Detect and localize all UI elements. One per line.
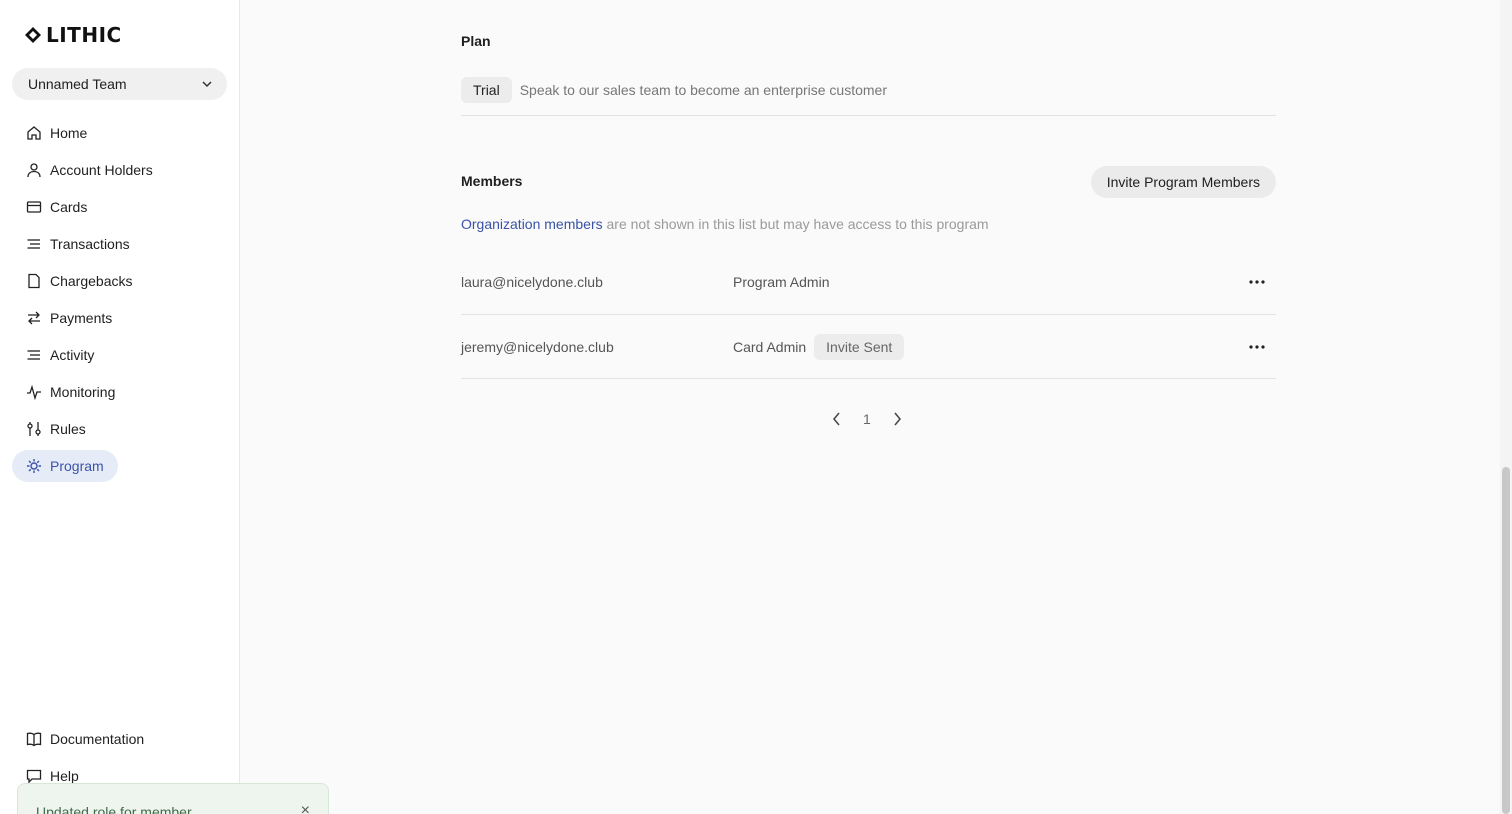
- sidebar-item-monitoring[interactable]: Monitoring: [12, 376, 129, 408]
- member-divider: [461, 378, 1276, 379]
- member-role-label: Card Admin: [733, 339, 807, 355]
- sidebar: LITHIC Unnamed Team Home Account Holders…: [0, 0, 240, 814]
- sidebar-item-label: Payments: [50, 310, 113, 326]
- org-members-note-text: are not shown in this list but may have …: [602, 216, 989, 232]
- member-row: jeremy@nicelydone.club Card Admin Invite…: [461, 315, 1276, 379]
- sidebar-item-label: Program: [50, 458, 104, 474]
- sidebar-item-rules[interactable]: Rules: [12, 413, 100, 445]
- sliders-icon: [27, 422, 41, 436]
- chevron-left-icon: [833, 412, 840, 426]
- book-icon: [26, 732, 42, 747]
- sidebar-item-label: Cards: [50, 199, 88, 215]
- list-icon: [27, 350, 40, 360]
- plan-title: Plan: [461, 33, 491, 49]
- member-role-label: Program Admin: [733, 274, 830, 290]
- gear-icon: [27, 459, 41, 473]
- sidebar-item-label: Chargebacks: [50, 273, 133, 289]
- scrollbar-thumb[interactable]: [1502, 467, 1510, 814]
- member-email: jeremy@nicelydone.club: [461, 339, 614, 355]
- member-more-button[interactable]: [1248, 337, 1266, 357]
- invite-members-button[interactable]: Invite Program Members: [1090, 166, 1276, 198]
- sidebar-item-label: Rules: [50, 421, 86, 437]
- logo-text: LITHIC: [46, 23, 122, 47]
- next-page-button[interactable]: [889, 406, 905, 432]
- sidebar-item-payments[interactable]: Payments: [12, 302, 126, 334]
- document-icon: [28, 273, 40, 289]
- sidebar-item-home[interactable]: Home: [12, 117, 101, 149]
- plan-badge: Trial: [461, 77, 512, 103]
- member-role: Card Admin Invite Sent: [733, 334, 905, 360]
- home-icon: [27, 126, 41, 140]
- member-email: laura@nicelydone.club: [461, 274, 603, 290]
- sidebar-item-cards[interactable]: Cards: [12, 191, 101, 223]
- org-members-link[interactable]: Organization members: [461, 216, 603, 232]
- sidebar-item-transactions[interactable]: Transactions: [12, 228, 144, 260]
- invite-sent-badge: Invite Sent: [814, 334, 905, 360]
- team-selector[interactable]: Unnamed Team: [12, 68, 227, 100]
- toast-message: Updated role for member: [36, 804, 192, 814]
- sidebar-item-label: Help: [50, 768, 79, 784]
- sidebar-item-chargebacks[interactable]: Chargebacks: [12, 265, 147, 297]
- pagination: 1: [829, 406, 905, 432]
- sidebar-nav: Home Account Holders Cards Transactions …: [12, 117, 228, 487]
- arrows-icon: [28, 311, 40, 325]
- chevron-down-icon: [202, 81, 212, 88]
- close-icon[interactable]: ×: [301, 803, 310, 814]
- pulse-icon: [27, 384, 41, 400]
- list-icon: [27, 239, 40, 249]
- sidebar-item-label: Monitoring: [50, 384, 116, 400]
- toast-notification: Updated role for member ×: [17, 783, 329, 814]
- sidebar-item-label: Documentation: [50, 731, 145, 747]
- lithic-logo-icon: [25, 27, 41, 43]
- sidebar-item-documentation[interactable]: Documentation: [12, 723, 158, 755]
- scrollbar[interactable]: [1500, 0, 1512, 814]
- sidebar-item-program[interactable]: Program: [12, 450, 118, 482]
- more-horizontal-icon: [1249, 345, 1265, 349]
- org-members-note: Organization members are not shown in th…: [461, 216, 989, 232]
- user-icon: [27, 163, 41, 178]
- sidebar-item-label: Transactions: [50, 236, 130, 252]
- sidebar-item-label: Activity: [50, 347, 95, 363]
- plan-divider: [461, 115, 1276, 116]
- chevron-right-icon: [894, 412, 901, 426]
- sidebar-item-account-holders[interactable]: Account Holders: [12, 154, 167, 186]
- member-more-button[interactable]: [1248, 272, 1266, 292]
- lithic-logo[interactable]: LITHIC: [24, 23, 122, 47]
- more-horizontal-icon: [1249, 280, 1265, 284]
- current-page[interactable]: 1: [863, 411, 871, 427]
- sidebar-item-label: Account Holders: [50, 162, 153, 178]
- member-row: laura@nicelydone.club Program Admin: [461, 250, 1276, 314]
- member-role: Program Admin: [733, 274, 829, 290]
- card-icon: [26, 201, 42, 213]
- prev-page-button[interactable]: [829, 406, 845, 432]
- team-selector-label: Unnamed Team: [28, 76, 127, 92]
- sidebar-item-label: Home: [50, 125, 88, 141]
- members-title: Members: [461, 173, 523, 189]
- chat-icon: [26, 769, 42, 784]
- sidebar-item-activity[interactable]: Activity: [12, 339, 108, 371]
- plan-row: Trial Speak to our sales team to become …: [461, 77, 887, 103]
- plan-description: Speak to our sales team to become an ent…: [519, 82, 888, 98]
